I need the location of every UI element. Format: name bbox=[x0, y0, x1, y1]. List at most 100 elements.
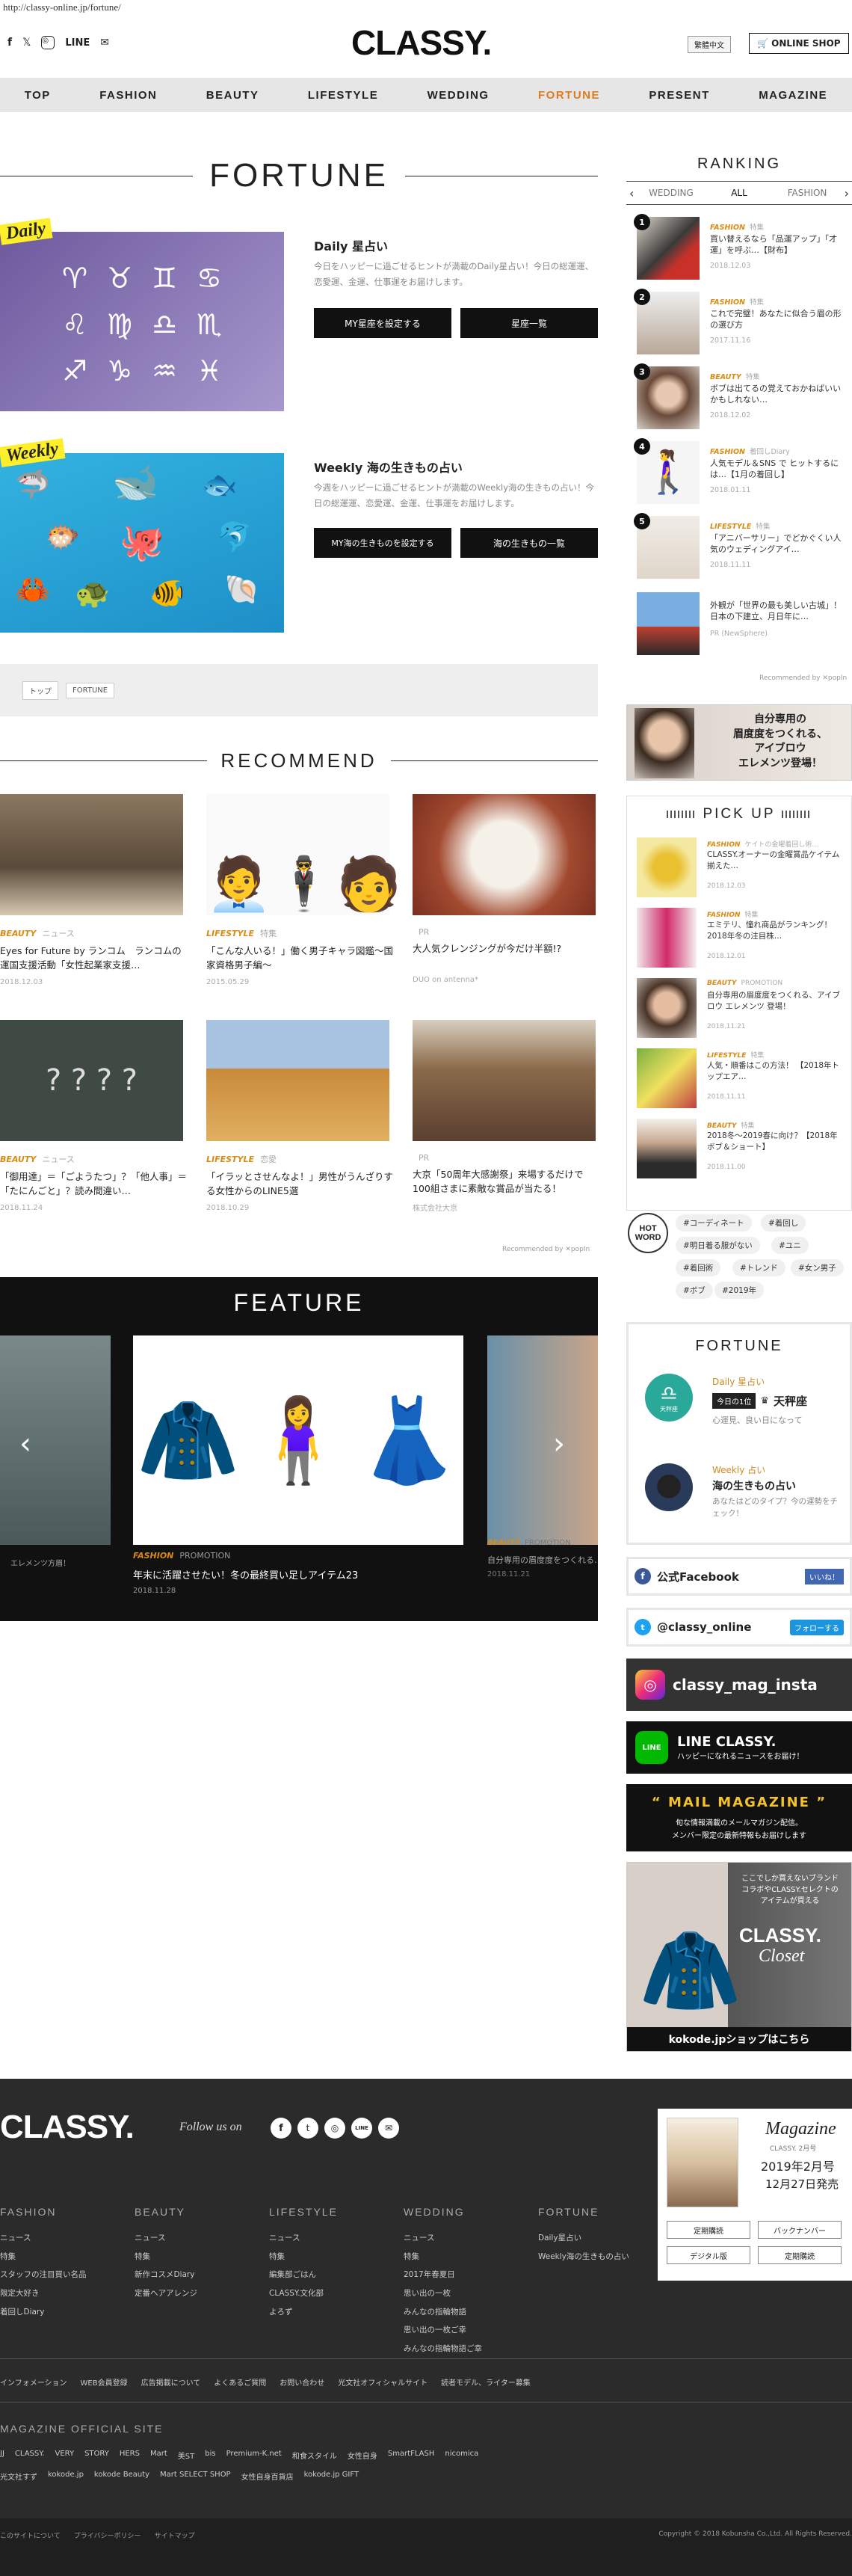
weekly-widget-title[interactable]: 海の生きもの占い bbox=[712, 1478, 796, 1493]
ranking-item[interactable]: 🚶‍♀️ 4 FASHION 着回しDiary 人気モデル＆SNS で ヒットする… bbox=[634, 438, 852, 508]
set-my-creature-button[interactable]: MY海の生きものを設定する bbox=[314, 528, 451, 558]
creature-list-button[interactable]: 海の生きもの一覧 bbox=[460, 528, 598, 558]
hotword-tag[interactable]: #コーディネート bbox=[676, 1214, 752, 1232]
hotword-tag[interactable]: #ユニ bbox=[771, 1237, 809, 1254]
daily-horoscope-image[interactable]: ♈ ♉ ♊ ♋ ♌ ♍ ♎ ♏ ♐ ♑ ♒ ♓ bbox=[0, 232, 284, 411]
hotword-tag[interactable]: #トレンド bbox=[732, 1259, 785, 1276]
ranking-item[interactable]: 外観が「世界の最も美しい古城」！日本の下建立、月日年に… PR (NewSphe… bbox=[637, 592, 852, 660]
footer-link[interactable]: 定番ヘアアレンジ bbox=[135, 2284, 197, 2303]
tab-fashion[interactable]: FASHION bbox=[774, 188, 842, 198]
nav-wedding[interactable]: WEDDING bbox=[427, 89, 490, 102]
pickup-item[interactable]: BEAUTY PROMOTION 自分専用の眉度度をつくれる、アイブロウ エレメン… bbox=[637, 978, 846, 1038]
ranking-item[interactable]: 2 FASHION 特集 これで完璧！あなたに似合う眉の形の選び方 2017.11… bbox=[634, 289, 852, 359]
ranking-item[interactable]: 3 BEAUTY 特集 ボブは出てるの覚えておかねばいいかもしれない… 2018.… bbox=[634, 363, 852, 434]
carousel-next-arrow-icon[interactable]: › bbox=[553, 1427, 565, 1461]
footer-col-title[interactable]: FASHION bbox=[0, 2200, 87, 2225]
official-site-link[interactable]: 和食スタイル bbox=[292, 2450, 337, 2461]
official-site-link[interactable]: STORY bbox=[84, 2450, 109, 2461]
breadcrumb-top[interactable]: トップ bbox=[22, 680, 58, 700]
hotword-tag[interactable]: #着回し bbox=[761, 1214, 806, 1232]
sign-list-button[interactable]: 星座一覧 bbox=[460, 308, 598, 338]
footer-info-link[interactable]: WEB会員登録 bbox=[81, 2376, 128, 2388]
official-site-link[interactable]: kokode Beauty bbox=[94, 2471, 149, 2482]
twitter-banner[interactable]: t @classy_online フォローする bbox=[626, 1608, 852, 1647]
line-banner[interactable]: LINE LINE CLASSY. ハッピーになれるニュースをお届け！ bbox=[626, 1721, 852, 1774]
footer-link[interactable]: Weekly海の生きもの占い bbox=[538, 2248, 629, 2266]
footer-link[interactable]: 思い出の一枚 bbox=[404, 2284, 482, 2303]
facebook-icon[interactable]: f bbox=[7, 37, 12, 49]
footer-link[interactable]: 特集 bbox=[269, 2248, 338, 2266]
ranking-prev-icon[interactable]: ‹ bbox=[626, 186, 637, 200]
mail-icon[interactable]: ✉ bbox=[378, 2118, 399, 2139]
nav-magazine[interactable]: MAGAZINE bbox=[759, 89, 827, 102]
footer-link[interactable]: スタッフの注目買い名品 bbox=[0, 2266, 87, 2284]
nav-lifestyle[interactable]: LIFESTYLE bbox=[308, 89, 378, 102]
official-site-link[interactable]: Mart bbox=[150, 2450, 167, 2461]
footer-link[interactable]: ニュース bbox=[269, 2229, 338, 2248]
official-site-link[interactable]: CLASSY. bbox=[15, 2450, 45, 2461]
official-site-link[interactable]: VERY bbox=[55, 2450, 75, 2461]
weekly-title[interactable]: Weekly 海の生きもの占い bbox=[314, 458, 463, 476]
feature-prev-image[interactable] bbox=[0, 1335, 111, 1545]
twitter-icon[interactable]: 𝕏 bbox=[22, 37, 31, 49]
pickup-item[interactable]: BEAUTY 特集 2018冬〜2019春に向け？【2018年ボブ＆ショート】 2… bbox=[637, 1119, 846, 1178]
recommend-card[interactable]: PR 大京「50周年大感謝祭」来場するだけで100組さまに素敵な賞品が当たる！ … bbox=[413, 1020, 599, 1213]
recommend-card[interactable]: BEAUTY ニュース Eyes for Future by ランコム ランコムの… bbox=[0, 794, 187, 986]
feature-main-title[interactable]: 年末に活躍させたい！冬の最終買い足しアイテム23 bbox=[133, 1567, 358, 1581]
weekly-widget-label[interactable]: Weekly 占い bbox=[712, 1463, 765, 1476]
ranking-recommended-by[interactable]: Recommended by ✕popIn bbox=[759, 674, 847, 682]
instagram-banner[interactable]: ◎ classy_mag_insta bbox=[626, 1659, 852, 1711]
classy-closet-banner[interactable]: 🧥 ここでしか買えないブランド コラボやCLASSY.セレクトの アイテムが買える … bbox=[626, 1862, 852, 2052]
recommend-card[interactable]: PR 大人気クレンジングが今だけ半額!? DUO on antenna* bbox=[413, 794, 599, 984]
tab-all[interactable]: ALL bbox=[705, 188, 773, 198]
footer-link[interactable]: 編集部ごはん bbox=[269, 2266, 338, 2284]
instagram-icon[interactable]: ◎ bbox=[41, 36, 55, 49]
footer-info-link[interactable]: お問い合わせ bbox=[280, 2376, 324, 2388]
footer-link[interactable]: 思い出の一枚ご幸 bbox=[404, 2321, 482, 2340]
twitter-icon[interactable]: t bbox=[297, 2118, 318, 2139]
nav-beauty[interactable]: BEAUTY bbox=[206, 89, 259, 102]
footer-bottom-link[interactable]: プライバシーポリシー bbox=[74, 2530, 141, 2540]
libra-icon[interactable]: ♎ 天秤座 bbox=[645, 1374, 693, 1421]
sea-urchin-icon[interactable]: 🌑 bbox=[645, 1463, 693, 1511]
official-site-link[interactable]: HERS bbox=[120, 2450, 140, 2461]
mail-magazine-banner[interactable]: “ MAIL MAGAZINE ” 旬な情報満載のメールマガジン配信。 メンバー… bbox=[626, 1784, 852, 1851]
footer-link[interactable]: 限定大好き bbox=[0, 2284, 87, 2303]
footer-info-link[interactable]: 光文社オフィシャルサイト bbox=[338, 2376, 427, 2388]
hotword-tag[interactable]: #明日着る服がない bbox=[676, 1237, 760, 1254]
hotword-tag[interactable]: #2019年 bbox=[714, 1282, 765, 1299]
pickup-item[interactable]: LIFESTYLE 特集 人気・順番はこの方法！ 【2018年トップエア… 201… bbox=[637, 1048, 846, 1108]
back-number-button[interactable]: バックナンバー bbox=[758, 2221, 842, 2239]
footer-info-link[interactable]: 広告掲載について bbox=[141, 2376, 201, 2388]
nav-fortune[interactable]: FORTUNE bbox=[538, 89, 600, 102]
carousel-prev-arrow-icon[interactable]: ‹ bbox=[19, 1427, 31, 1461]
site-logo[interactable]: CLASSY. bbox=[351, 22, 492, 63]
digital-edition-button[interactable]: デジタル版 bbox=[667, 2246, 750, 2264]
ranking-next-icon[interactable]: › bbox=[842, 186, 852, 200]
eyebrow-elements-banner[interactable]: 自分専用の 眉度度をつくれる、 アイブロウ エレメンツ登場！ bbox=[626, 704, 852, 781]
footer-bottom-link[interactable]: サイトマップ bbox=[155, 2530, 195, 2540]
footer-info-link[interactable]: 読者モデル、ライター募集 bbox=[441, 2376, 531, 2388]
official-site-link[interactable]: Mart SELECT SHOP bbox=[160, 2471, 231, 2482]
magazine-cover-image[interactable] bbox=[667, 2118, 738, 2207]
ranking-item[interactable]: 5 LIFESTYLE 特集 「アニバーサリー」でどかぐくい人気のウェディングアイ… bbox=[634, 513, 852, 583]
footer-link[interactable]: 特集 bbox=[0, 2248, 87, 2266]
pickup-item[interactable]: FASHION 特集 エミテリ、憧れ商品がランキング！2018年冬の注目株… 20… bbox=[637, 908, 846, 968]
footer-link[interactable]: みんなの指輪物語 bbox=[404, 2303, 482, 2322]
twitter-follow-button[interactable]: フォローする bbox=[790, 1619, 844, 1635]
feature-next-image[interactable] bbox=[487, 1335, 598, 1545]
footer-link[interactable]: CLASSY.文化部 bbox=[269, 2284, 338, 2303]
footer-link[interactable]: ニュース bbox=[0, 2229, 87, 2248]
official-site-link[interactable]: JJ bbox=[0, 2450, 4, 2461]
official-site-link[interactable]: 美ST bbox=[178, 2450, 194, 2461]
footer-logo[interactable]: CLASSY. bbox=[0, 2109, 135, 2146]
line-icon[interactable]: LINE bbox=[351, 2118, 372, 2139]
footer-link[interactable]: みんなの指輪物語ご幸 bbox=[404, 2340, 482, 2358]
online-shop-button[interactable]: 🛒 ONLINE SHOP bbox=[749, 33, 849, 54]
recommend-card[interactable]: LIFESTYLE 恋愛 「イラッとさせんなよ！」男性がうんざりする女性からのLI… bbox=[206, 1020, 393, 1212]
footer-link[interactable]: よろず bbox=[269, 2303, 338, 2322]
daily-widget-label[interactable]: Daily 星占い bbox=[712, 1375, 765, 1388]
official-site-link[interactable]: kokode.jp GIFT bbox=[304, 2471, 359, 2482]
facebook-banner[interactable]: f 公式Facebook いいね！ bbox=[626, 1557, 852, 1596]
footer-link[interactable]: ニュース bbox=[135, 2229, 197, 2248]
